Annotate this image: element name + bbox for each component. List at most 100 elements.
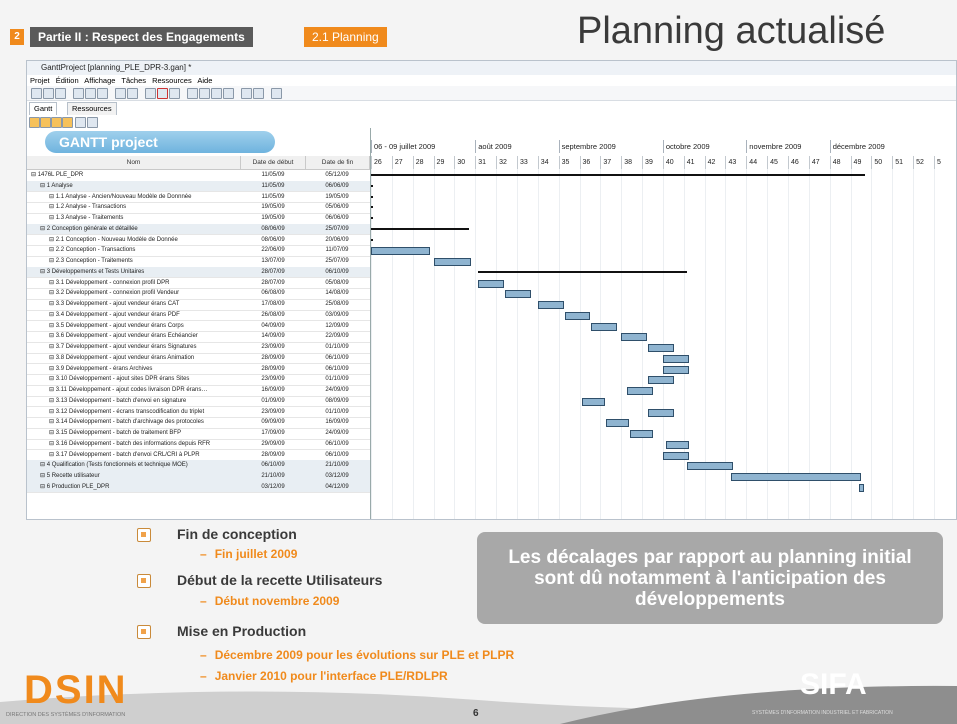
task-bar[interactable]: [371, 217, 373, 219]
task-bar[interactable]: [505, 290, 531, 299]
task-name: ⊟ 3.13 Développement - batch d'envoi en …: [49, 397, 187, 404]
week-gridline: [746, 169, 748, 519]
undo-icon[interactable]: [115, 88, 126, 99]
task-start-date: 17/08/09: [261, 301, 285, 307]
menu-edition[interactable]: Édition: [56, 76, 79, 85]
task-bar[interactable]: [648, 376, 674, 385]
column-header-nom[interactable]: Nom: [27, 156, 241, 170]
menu-taches[interactable]: Tâches: [121, 76, 146, 85]
task-bar[interactable]: [686, 462, 734, 471]
task-bar[interactable]: [478, 279, 505, 288]
task-bar[interactable]: [648, 344, 674, 352]
week-label: 32: [496, 156, 517, 169]
print-icon[interactable]: [241, 88, 252, 99]
menu-bar: Projet Édition Affichage Tâches Ressourc…: [27, 75, 956, 86]
task-bar[interactable]: [371, 238, 373, 241]
task-bar[interactable]: [433, 258, 472, 266]
menu-aide[interactable]: Aide: [197, 76, 212, 85]
menu-ressources[interactable]: Ressources: [152, 76, 192, 85]
task-name: ⊟ 3 Développements et Tests Unitaires: [40, 268, 145, 275]
properties-icon[interactable]: [169, 88, 180, 99]
task-bar[interactable]: [648, 408, 674, 417]
task-start-date: 14/09/09: [261, 333, 285, 340]
task-end-date: 25/07/09: [325, 225, 349, 232]
week-gridline: [642, 169, 644, 519]
week-label: 28: [412, 156, 434, 169]
move-down-icon[interactable]: [40, 117, 51, 128]
page-number: 6: [473, 708, 479, 719]
tab-gantt[interactable]: Gantt: [29, 102, 58, 115]
tab-ressources[interactable]: Ressources: [67, 102, 117, 115]
export-icon[interactable]: [253, 88, 264, 99]
menu-projet[interactable]: Projet: [30, 76, 50, 85]
indent-task-icon[interactable]: [62, 117, 73, 128]
indent-icon[interactable]: [145, 88, 156, 99]
link-tasks-icon[interactable]: [75, 117, 86, 128]
task-bar[interactable]: [630, 430, 653, 438]
column-header-end[interactable]: Date de fin: [306, 156, 370, 170]
task-bar[interactable]: [371, 195, 373, 198]
summary-bar[interactable]: [478, 270, 687, 273]
paste-icon[interactable]: [97, 88, 108, 99]
task-bar[interactable]: [621, 333, 648, 342]
outdent-icon[interactable]: [51, 117, 62, 128]
slide-title: Planning actualisé: [577, 10, 886, 52]
zoom-out-icon[interactable]: [223, 88, 234, 99]
task-name: ⊟ 3.15 Développement - batch de traiteme…: [49, 430, 182, 436]
task-start-date: 19/05/09: [261, 215, 285, 221]
task-bar[interactable]: [371, 247, 430, 256]
summary-bar[interactable]: [371, 174, 866, 176]
help-icon[interactable]: [271, 88, 282, 99]
task-end-date: 06/06/09: [325, 215, 349, 221]
task-bar[interactable]: [537, 301, 564, 309]
task-name: ⊟ 3.6 Développement - ajout vendeur éran…: [49, 333, 198, 340]
move-up-icon[interactable]: [29, 117, 40, 128]
column-header-start[interactable]: Date de début: [241, 156, 306, 170]
new-icon[interactable]: [31, 88, 42, 99]
task-start-date: 28/09/09: [261, 365, 285, 372]
summary-bar[interactable]: [371, 227, 470, 230]
redo-icon[interactable]: [127, 88, 138, 99]
task-bar[interactable]: [627, 387, 653, 395]
bullet-icon: [137, 574, 151, 588]
week-label: 45: [767, 156, 788, 169]
cut-icon[interactable]: [73, 88, 84, 99]
task-name: ⊟ 5 Recette utilisateur: [40, 473, 100, 479]
task-bar[interactable]: [665, 440, 689, 449]
task-start-date: 09/09/09: [261, 419, 285, 426]
unlink-tasks-icon[interactable]: [87, 117, 98, 128]
copy-icon[interactable]: [85, 88, 96, 99]
task-bar[interactable]: [662, 451, 689, 460]
task-bar[interactable]: [662, 354, 689, 363]
week-gridline: [933, 169, 935, 519]
task-row[interactable]: ⊟ 6 Production PLE_DPR 03/12/09 04/12/09: [27, 481, 370, 494]
link-icon[interactable]: [187, 88, 198, 99]
task-start-date: 17/09/09: [261, 430, 285, 436]
callout-box: Les décalages par rapport au planning in…: [477, 532, 943, 624]
delete-icon[interactable]: [157, 88, 168, 99]
task-name: ⊟ 2.2 Conception - Transactions: [49, 247, 136, 254]
task-bar[interactable]: [564, 311, 591, 320]
save-icon[interactable]: [55, 88, 66, 99]
task-bar[interactable]: [859, 483, 865, 492]
task-bar[interactable]: [582, 397, 606, 406]
task-bar[interactable]: [591, 322, 618, 331]
task-start-date: 13/07/09: [261, 258, 285, 264]
open-icon[interactable]: [43, 88, 54, 99]
task-bar[interactable]: [662, 365, 689, 374]
sifa-logo-subtitle: SYSTÈMES D'INFORMATION INDUSTRIEL ET FAB…: [752, 710, 893, 716]
zoom-in-icon[interactable]: [211, 88, 222, 99]
task-start-date: 01/09/09: [261, 397, 285, 404]
menu-affichage[interactable]: Affichage: [84, 76, 115, 85]
grid-icon[interactable]: [199, 88, 210, 99]
task-bar[interactable]: [731, 473, 862, 481]
task-end-date: 24/09/09: [325, 430, 349, 436]
week-gridline: [621, 169, 623, 519]
summary-bar[interactable]: [371, 184, 373, 187]
task-end-date: 01/10/09: [325, 376, 349, 383]
task-start-date: 11/05/09: [261, 193, 285, 200]
week-gridline: [475, 169, 477, 519]
task-bar[interactable]: [371, 206, 373, 209]
week-label: 40: [662, 156, 684, 169]
task-bar[interactable]: [606, 419, 630, 428]
